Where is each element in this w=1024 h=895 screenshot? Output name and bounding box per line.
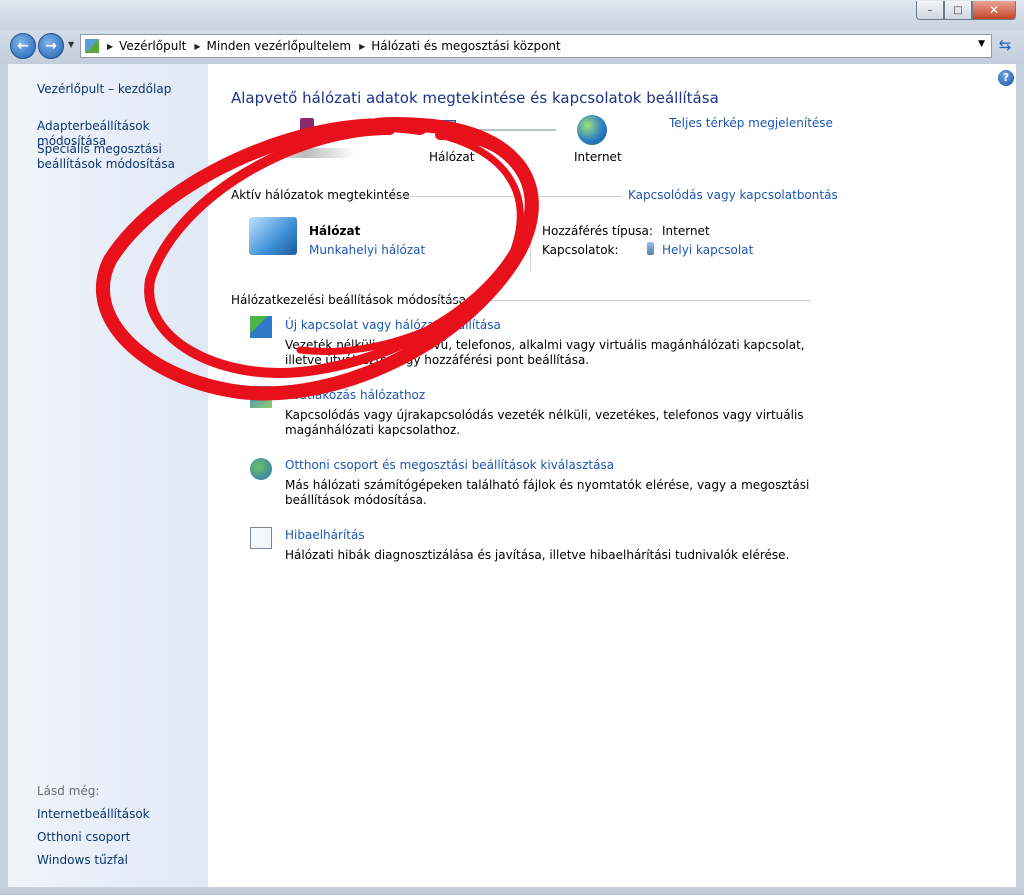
control-panel-icon [85,39,99,53]
close-icon[interactable]: ✕ [972,1,1016,20]
control-panel-home-link[interactable]: Vezérlőpult – kezdőlap [37,82,171,97]
troubleshoot-description: Hálózati hibák diagnosztizálása és javít… [285,548,790,562]
title-bar: – □ ✕ [0,0,1024,30]
breadcrumb-separator-icon[interactable]: ▶ [107,42,113,51]
refresh-icon[interactable]: ⇆ [994,36,1016,56]
full-map-link[interactable]: Teljes térkép megjelenítése [669,116,833,130]
navigation-bar: ← → ▼ ▶ Vezérlőpult ▶ Minden vezérlőpult… [0,30,1024,64]
connect-network-description: Kapcsolódás vagy újrakapcsolódás vezeték… [285,408,804,437]
troubleshoot-link[interactable]: Hibaelhárítás [285,528,365,542]
active-network-name: Hálózat [309,224,361,238]
network-map-line [468,129,556,131]
troubleshoot-icon [250,527,272,549]
active-networks-heading: Aktív hálózatok megtekintése [231,188,410,202]
windows-firewall-link[interactable]: Windows tűzfal [37,853,128,868]
homegroup-sharing-description: Más hálózati számítógépeken található fá… [285,478,810,507]
back-arrow-icon[interactable]: ← [10,33,36,59]
caption-buttons: – □ ✕ [916,1,1016,20]
left-pane: Vezérlőpult – kezdőlap Adapterbeállításo… [8,64,208,888]
window-border-bottom [0,887,1024,895]
new-connection-description: Vezeték nélküli, szélessávú, telefonos, … [285,338,805,367]
forward-arrow-icon[interactable]: → [38,33,64,59]
address-bar[interactable]: ▶ Vezérlőpult ▶ Minden vezérlőpultelem ▶… [80,34,992,58]
new-connection-icon [250,316,272,338]
network-type-link[interactable]: Munkahelyi hálózat [309,243,425,257]
access-type-value: Internet [662,224,710,238]
breadcrumb-separator-icon[interactable]: ▶ [359,42,365,51]
globe-icon[interactable] [577,115,607,145]
connect-network-link[interactable]: Csatlakozás hálózathoz [285,388,425,402]
divider [436,300,811,301]
homegroup-sharing-link[interactable]: Otthoni csoport és megosztási beállításo… [285,458,614,472]
page-title: Alapvető hálózati adatok megtekintése és… [231,89,719,107]
breadcrumb-control-panel[interactable]: Vezérlőpult [119,39,186,53]
internet-options-link[interactable]: Internetbeállítások [37,807,150,822]
local-connection-link[interactable]: Helyi kapcsolat [662,243,753,257]
computer-name-blurred [255,148,355,158]
help-icon[interactable]: ? [998,70,1014,86]
computer-icon [300,118,314,132]
window-border-left [0,64,8,888]
minimize-icon[interactable]: – [916,1,944,20]
breadcrumb-separator-icon[interactable]: ▶ [194,42,200,51]
recent-pages-chevron-icon[interactable]: ▼ [68,40,74,49]
vertical-divider [530,220,531,272]
homegroup-link[interactable]: Otthoni csoport [37,830,130,845]
connect-network-icon [250,386,272,408]
breadcrumb-network-center[interactable]: Hálózati és megosztási központ [371,39,560,53]
map-internet-label: Internet [574,150,622,164]
ethernet-icon [647,242,654,255]
window-border-right [1016,64,1024,888]
settings-heading: Hálózatkezelési beállítások módosítása [231,293,467,307]
connections-label: Kapcsolatok: [542,243,619,257]
map-network-label: Hálózat [429,150,475,164]
access-type-label: Hozzáférés típusa: [542,224,653,238]
address-dropdown-icon[interactable]: ▼ [978,39,985,49]
advanced-sharing-link[interactable]: Speciális megosztási beállítások módosít… [37,142,187,172]
work-network-icon [249,217,297,255]
homegroup-icon [250,458,272,480]
network-icon[interactable] [436,120,456,136]
breadcrumb-all-items[interactable]: Minden vezérlőpultelem [207,39,352,53]
divider [392,196,622,197]
connect-disconnect-link[interactable]: Kapcsolódás vagy kapcsolatbontás [628,188,838,202]
maximize-icon[interactable]: □ [944,1,972,20]
see-also-heading: Lásd még: [37,784,100,798]
new-connection-link[interactable]: Új kapcsolat vagy hálózat beállítása [285,318,501,332]
